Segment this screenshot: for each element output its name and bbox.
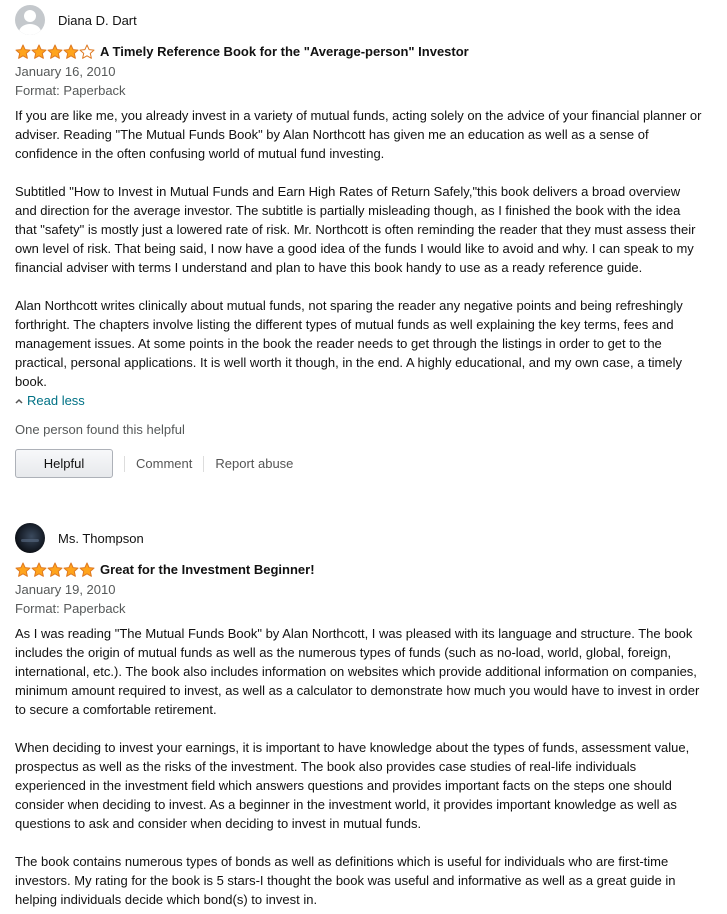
review-actions: Helpful Comment Report abuse: [15, 449, 705, 478]
chevron-up-icon: [15, 398, 23, 404]
star-filled-icon: [63, 44, 79, 59]
read-less-link[interactable]: Read less: [15, 391, 705, 410]
review-paragraph: The book contains numerous types of bond…: [15, 854, 676, 907]
review-date: January 16, 2010: [15, 64, 116, 79]
avatar: [15, 523, 45, 553]
read-less-label[interactable]: Read less: [27, 391, 85, 410]
star-empty-icon: [79, 44, 95, 59]
star-filled-icon: [31, 44, 47, 59]
helpful-count: One person found this helpful: [15, 422, 185, 437]
star-filled-icon: [15, 562, 31, 577]
review-date: January 19, 2010: [15, 582, 116, 597]
helpful-button[interactable]: Helpful: [15, 449, 113, 478]
review-1: Diana D. Dart A Timely Reference Book fo…: [15, 5, 705, 478]
star-rating[interactable]: [15, 44, 95, 59]
review-format: Format: Paperback: [15, 83, 126, 98]
reviewer-profile[interactable]: Diana D. Dart: [15, 5, 705, 35]
reviewer-name[interactable]: Ms. Thompson: [58, 531, 144, 546]
review-title[interactable]: Great for the Investment Beginner!: [100, 562, 315, 577]
divider: [203, 455, 205, 472]
review-2: Ms. Thompson Great for the Investment Be…: [15, 523, 705, 909]
review-format: Format: Paperback: [15, 601, 126, 616]
comment-link[interactable]: Comment: [136, 456, 192, 471]
star-filled-icon: [79, 562, 95, 577]
review-title[interactable]: A Timely Reference Book for the "Average…: [100, 44, 469, 59]
review-paragraph: Subtitled "How to Invest in Mutual Funds…: [15, 184, 696, 275]
star-filled-icon: [47, 44, 63, 59]
review-paragraph: Alan Northcott writes clinically about m…: [15, 298, 683, 389]
review-paragraph: If you are like me, you already invest i…: [15, 108, 702, 161]
reviewer-profile[interactable]: Ms. Thompson: [15, 523, 705, 553]
star-rating[interactable]: [15, 562, 95, 577]
review-paragraph: As I was reading "The Mutual Funds Book"…: [15, 626, 700, 717]
report-abuse-link[interactable]: Report abuse: [215, 456, 293, 471]
star-filled-icon: [31, 562, 47, 577]
star-filled-icon: [47, 562, 63, 577]
star-filled-icon: [63, 562, 79, 577]
default-avatar-icon: [15, 5, 45, 35]
review-body: If you are like me, you already invest i…: [15, 106, 705, 391]
review-body: As I was reading "The Mutual Funds Book"…: [15, 624, 705, 909]
star-filled-icon: [15, 44, 31, 59]
reviewer-name[interactable]: Diana D. Dart: [58, 13, 137, 28]
review-paragraph: When deciding to invest your earnings, i…: [15, 740, 690, 831]
divider: [124, 455, 125, 472]
